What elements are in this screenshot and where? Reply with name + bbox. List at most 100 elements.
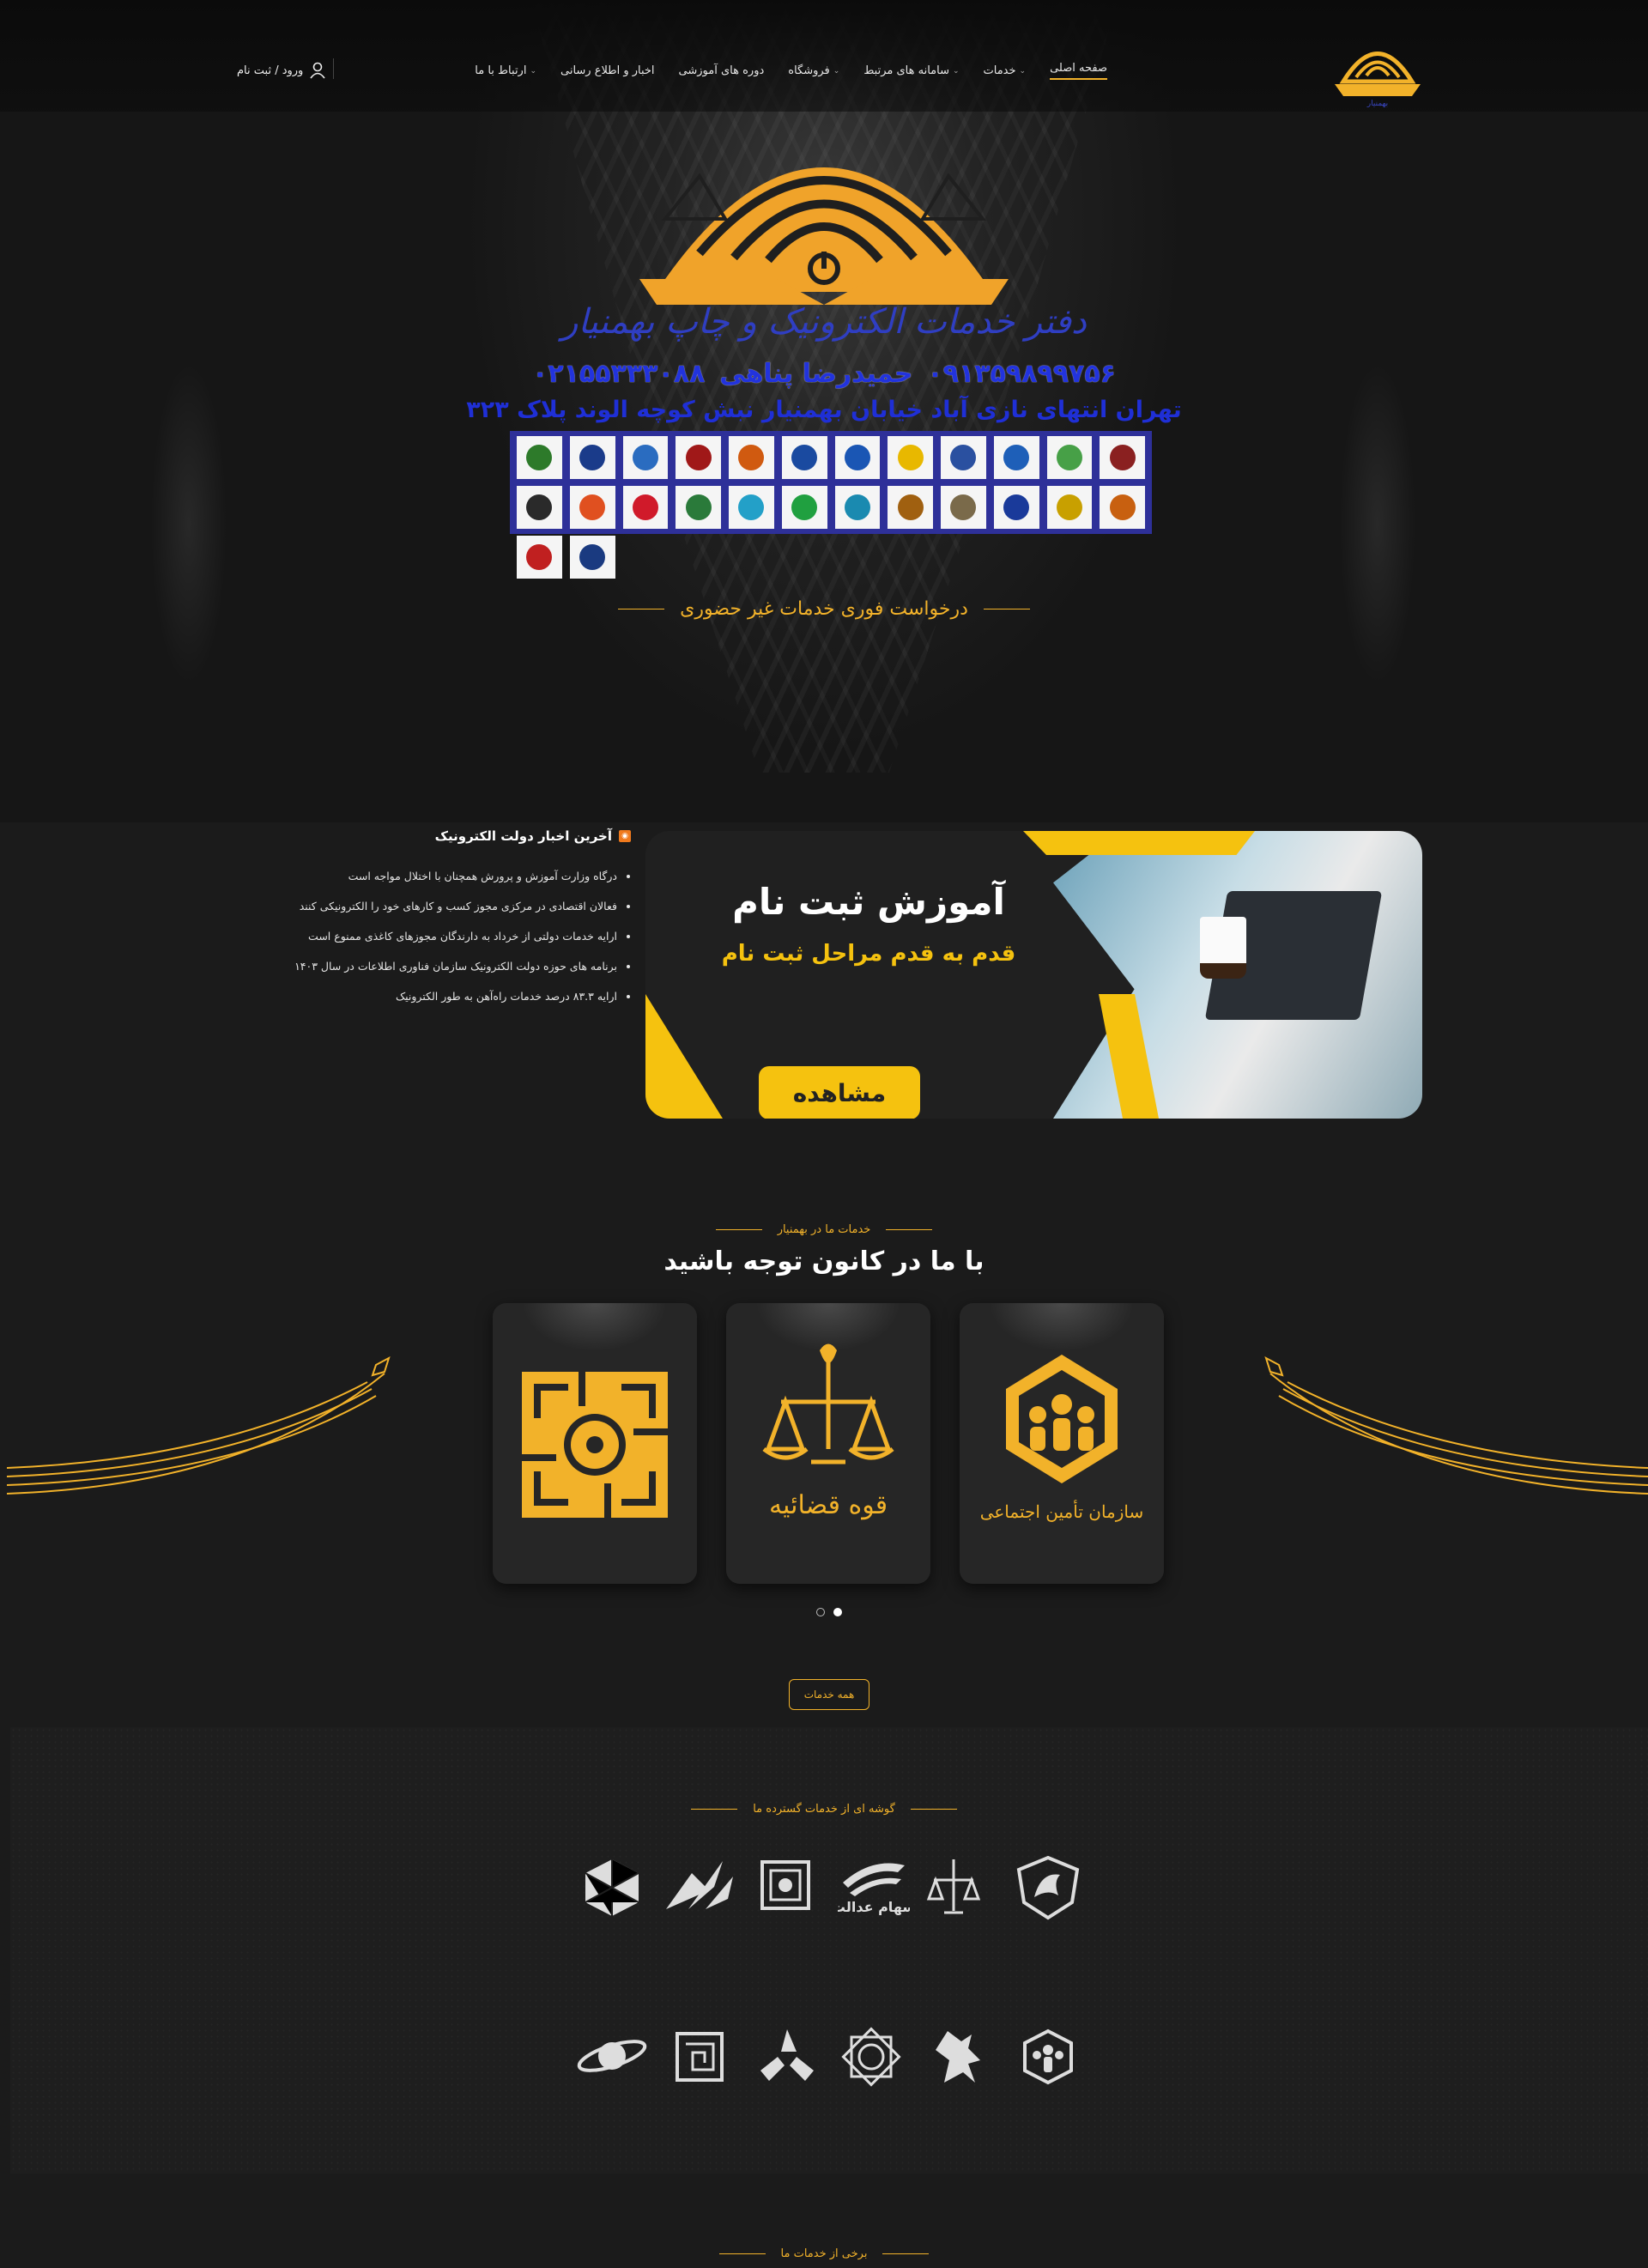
nav-shop[interactable]: فروشگاه ⌄ [788, 62, 839, 80]
nav-contact[interactable]: ارتباط با ما ⌄ [475, 62, 536, 80]
org-badge[interactable] [517, 486, 562, 529]
nav-news-label: اخبار و اطلاع رسانی [560, 64, 655, 77]
nav-home[interactable]: صفحه اصلی [1050, 62, 1107, 80]
peugeot-logo-icon[interactable] [927, 2026, 987, 2086]
org-badge-icon [685, 445, 712, 470]
service-card-social-security[interactable]: سازمان تأمین اجتماعی [960, 1303, 1164, 1584]
org-badge-icon [579, 494, 606, 520]
national-library-logo-icon[interactable] [836, 2024, 906, 2089]
org-badge-icon [738, 494, 765, 520]
title-line [882, 2253, 930, 2254]
org-badge[interactable] [569, 536, 615, 579]
partners-section [10, 1727, 1648, 2174]
org-badge-icon [579, 544, 606, 570]
social-security-caption: سازمان تأمین اجتماعی [980, 1500, 1144, 1522]
org-badge[interactable] [517, 436, 562, 479]
user-icon [310, 62, 325, 79]
org-badge[interactable] [781, 436, 827, 479]
org-badge-icon [632, 494, 658, 520]
banner-stripe [645, 994, 723, 1119]
org-badge-icon [950, 445, 977, 470]
nav-services-label: خدمات [983, 64, 1016, 77]
coffee-cup-image [1200, 917, 1246, 979]
org-badge[interactable] [834, 486, 881, 529]
org-badge-icon [1056, 445, 1082, 470]
hero-phone-mobile[interactable]: ۰۹۱۳۵۹۸۹۹۷۵۶ [927, 359, 1116, 389]
org-badge[interactable] [676, 486, 721, 529]
org-badge[interactable] [676, 436, 721, 479]
judiciary-icon: قوه قضائیه [762, 1343, 894, 1520]
hero-address: تهران انتهای نازی آباد خیابان بهمنیار نب… [466, 397, 1182, 423]
nav-services[interactable]: خدمات ⌄ [984, 62, 1027, 80]
carousel-dot[interactable] [816, 1608, 825, 1616]
judiciary-caption: قوه قضائیه [769, 1490, 888, 1520]
tamin-logo-icon[interactable] [1020, 2028, 1076, 2086]
hero-section: بهمنیار صفحه اصلی خدمات ⌄ سامانه های مرتب… [0, 0, 1648, 822]
org-badge[interactable] [1100, 436, 1145, 479]
maze-logo-icon[interactable] [674, 2028, 725, 2085]
sahame-edalat-logo-icon[interactable]: سهام عدالت [838, 1857, 910, 1917]
all-services-button[interactable]: همه خدمات [789, 1679, 869, 1710]
site-logo[interactable]: بهمنیار [1326, 34, 1429, 107]
judiciary-logo-icon[interactable] [925, 1854, 982, 1919]
org-badge-icon [897, 494, 924, 520]
org-badge[interactable] [941, 436, 986, 479]
planet-logo-icon[interactable] [575, 2028, 649, 2084]
sahame-edalat-caption: سهام عدالت [838, 1899, 910, 1915]
org-badge-icon [844, 494, 870, 520]
nav-related-systems-label: سامانه های مرتبط [863, 64, 949, 77]
org-badge[interactable] [834, 436, 881, 479]
post-logo-icon[interactable] [663, 1856, 735, 1918]
org-badge[interactable] [1100, 486, 1145, 529]
rss-icon[interactable]: ◉ [619, 830, 631, 842]
tax-logo-icon[interactable] [759, 1857, 812, 1913]
chevron-down-icon: ⌄ [1019, 66, 1027, 76]
hero-name: حمیدرضا پناهی [719, 359, 913, 389]
carousel-dot-active[interactable] [833, 1608, 842, 1616]
org-badge[interactable] [729, 486, 774, 529]
service-card-tax[interactable] [493, 1303, 697, 1584]
org-badge-icon [950, 494, 977, 520]
login-link[interactable]: ورود / ثبت نام [237, 58, 334, 79]
news-item[interactable]: فعالان اقتصادی در مرکزی مجوز کسب و کارها… [270, 891, 617, 921]
nav-courses-label: دوره های آموزشی [678, 64, 765, 77]
org-badge[interactable] [888, 436, 933, 479]
news-item[interactable]: ارایه ۸۳.۳ درصد خدمات راه‌آهن به طور الک… [270, 981, 617, 1011]
news-list: درگاه وزارت آموزش و پرورش همچنان با اختل… [270, 861, 631, 1011]
hero-phone-tel[interactable]: ۰۲۱۵۵۳۳۳۰۸۸ [532, 359, 705, 389]
request-title: درخواست فوری خدمات غیر حضوری [0, 598, 1648, 620]
org-badge[interactable] [517, 536, 562, 579]
org-badge[interactable] [1046, 436, 1093, 479]
request-title-text: درخواست فوری خدمات غیر حضوری [680, 598, 968, 620]
banner-subtitle: قدم به قدم مراحل ثبت نام [721, 941, 1016, 967]
org-badge[interactable] [888, 486, 933, 529]
banner-view-button[interactable]: مشاهده [759, 1066, 920, 1119]
nav-news[interactable]: اخبار و اطلاع رسانی [560, 62, 655, 80]
news-item[interactable]: برنامه های حوزه دولت الکترونیک سازمان فن… [270, 951, 617, 981]
org-badge[interactable] [1046, 486, 1093, 529]
org-badge[interactable] [993, 436, 1039, 479]
org-badge[interactable] [622, 486, 669, 529]
org-badge[interactable] [941, 486, 986, 529]
org-badge[interactable] [781, 486, 827, 529]
org-badge[interactable] [993, 486, 1039, 529]
org-badge[interactable] [729, 436, 774, 479]
some-services-title-text: برخی از خدمات ما [780, 2247, 868, 2260]
title-line [718, 2253, 766, 2254]
service-card-judiciary[interactable]: قوه قضائیه [726, 1303, 930, 1584]
registration-banner[interactable]: آموزش ثبت نام قدم به قدم مراحل ثبت نام م… [645, 831, 1422, 1119]
news-item[interactable]: ارایه خدمات دولتی از خرداد به دارندگان م… [270, 921, 617, 951]
org-badge-icon [1056, 494, 1082, 520]
partner-badge-strip [510, 431, 1152, 579]
saipa-logo-icon[interactable] [755, 2026, 819, 2088]
polygon-logo-icon[interactable] [582, 1856, 642, 1919]
news-item[interactable]: درگاه وزارت آموزش و پرورش همچنان با اختل… [270, 861, 617, 891]
org-badge-icon [1109, 445, 1136, 470]
nav-courses[interactable]: دوره های آموزشی [679, 62, 765, 80]
nav-related-systems[interactable]: سامانه های مرتبط ⌄ [863, 62, 959, 80]
header-bar: بهمنیار صفحه اصلی خدمات ⌄ سامانه های مرتب… [0, 0, 1648, 112]
org-badge[interactable] [622, 436, 669, 479]
org-badge[interactable] [569, 436, 615, 479]
org-badge[interactable] [569, 486, 615, 529]
irankhodro-logo-icon[interactable] [1015, 1854, 1081, 1921]
